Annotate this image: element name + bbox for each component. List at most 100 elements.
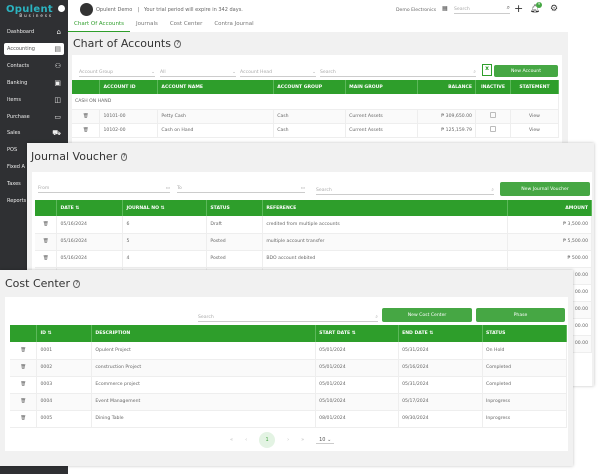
table-row[interactable]: 🗑︎ 0004 Event Management 05/10/2024 05/17/20… — [10, 393, 567, 411]
new-cost-center-button[interactable]: New Cost Center — [382, 308, 472, 322]
prev-page-button[interactable]: ‹ — [245, 437, 247, 443]
sidebar-item-purchase[interactable]: Purchase ▭ — [4, 111, 64, 123]
sidebar-item-accounting[interactable]: Accounting ▤ — [4, 42, 64, 55]
column-header[interactable]: END DATE ⇅ — [398, 325, 483, 342]
inactive-checkbox[interactable] — [475, 109, 511, 124]
tab-chart-of-accounts[interactable]: Chart Of Accounts — [68, 18, 130, 32]
column-header[interactable]: JOURNAL NO ⇅ — [122, 200, 208, 216]
table-row[interactable]: 🗑︎ 0002 construction Project 05/01/2024 05/1… — [10, 359, 567, 377]
delete-icon[interactable]: 🗑︎ — [72, 123, 101, 138]
account-head-select[interactable]: Account Head ⌄ — [240, 69, 316, 77]
column-header[interactable]: ACCOUNT NAME — [157, 80, 275, 94]
table-row[interactable]: 🗑︎ 0001 Opulent Project 05/01/2024 05/31/202… — [10, 342, 567, 360]
delete-icon[interactable]: 🗑︎ — [10, 376, 38, 394]
company-name[interactable]: Demo Electronics — [396, 8, 436, 13]
gear-icon[interactable]: ⚙ — [550, 4, 558, 14]
coa-search-input[interactable]: Search ⌕ — [320, 69, 476, 77]
status: Posted — [206, 233, 264, 251]
table-row[interactable]: 🗑︎ 0003 Ecommerce project 05/01/2024 05/31/2… — [10, 376, 567, 394]
first-page-button[interactable]: « — [230, 437, 233, 443]
column-header[interactable]: STATEMENT — [510, 80, 560, 94]
placeholder: Search — [316, 188, 332, 193]
page-1-button[interactable]: 1 — [259, 432, 276, 448]
tab-cost-center[interactable]: Cost Center — [164, 18, 209, 32]
help-icon[interactable]: ? — [73, 280, 81, 288]
column-header[interactable]: STATUS — [206, 200, 264, 216]
column-header[interactable]: INACTIVE — [475, 80, 511, 94]
delete-icon[interactable]: 🗑︎ — [10, 410, 38, 428]
all-select[interactable]: All ⌄ — [160, 69, 236, 77]
view-statement-link[interactable]: View — [510, 123, 560, 138]
to-date-input[interactable]: To ▭ — [177, 185, 305, 193]
column-header[interactable]: REFERENCE — [262, 200, 509, 216]
date: 05/16/2024 — [56, 233, 124, 251]
pagination: « ‹ 1 › » 10 ⌄ — [230, 432, 335, 448]
add-icon[interactable]: + — [514, 2, 523, 15]
cc-search-input[interactable]: Search ⌕ — [198, 314, 378, 322]
id: 0005 — [36, 410, 93, 428]
sidebar-item-contacts[interactable]: Contacts ⚇ — [4, 60, 64, 72]
last-page-button[interactable]: » — [301, 437, 304, 443]
top-search-input[interactable]: Search ⌕ — [454, 4, 510, 14]
column-header[interactable]: STATUS — [482, 325, 567, 342]
journal-no: 6 — [122, 216, 208, 234]
delete-icon[interactable]: 🗑︎ — [10, 359, 38, 377]
reference: BDO account debited — [262, 250, 509, 268]
next-page-button[interactable]: › — [287, 437, 289, 443]
avatar[interactable] — [80, 3, 93, 16]
main-group: Current Assets — [345, 123, 419, 138]
theme-toggle[interactable] — [58, 5, 65, 12]
calendar-icon: ▭ — [165, 186, 170, 191]
table-row[interactable]: 🗑︎ 05/16/2024 5 Posted multiple account tran… — [35, 233, 592, 251]
from-date-input[interactable]: From ▭ — [38, 185, 170, 193]
column-header[interactable]: DESCRIPTION — [91, 325, 317, 342]
id: 0004 — [36, 393, 93, 411]
column-header[interactable]: BALANCE — [417, 80, 476, 94]
sidebar-item-dashboard[interactable]: Dashboard ⌂ — [4, 26, 64, 38]
account-group-select[interactable]: Account Group ⌄ — [79, 69, 155, 77]
phase-button[interactable]: Phase — [476, 308, 565, 322]
column-header[interactable]: MAIN GROUP — [345, 80, 419, 94]
table-row[interactable]: 🗑︎ 05/16/2024 4 Posted BDO account debited ₱ … — [35, 250, 592, 268]
building-icon[interactable]: ▦ — [442, 5, 448, 12]
table-row[interactable]: 🗑︎ 10101-00 Petty Cash Cash Current Assets ₱ … — [72, 109, 560, 124]
table-row[interactable]: 🗑︎ 05/16/2024 6 Draft credited from multiple… — [35, 216, 592, 234]
excel-export-icon[interactable]: x — [482, 64, 492, 76]
card-icon: ▭ — [54, 112, 61, 121]
jv-search-input[interactable]: Search ⌕ — [316, 186, 494, 195]
description: Event Management — [91, 393, 317, 411]
main-group: Current Assets — [345, 109, 419, 124]
journal-no: 5 — [122, 233, 208, 251]
column-header[interactable]: START DATE ⇅ — [315, 325, 400, 342]
new-journal-voucher-button[interactable]: New Journal Voucher — [500, 182, 590, 196]
column-header[interactable]: ID ⇅ — [36, 325, 93, 342]
help-icon[interactable]: ? — [120, 153, 128, 161]
sidebar-item-sales[interactable]: Sales ⛟ — [4, 127, 64, 139]
delete-icon[interactable]: 🗑︎ — [10, 393, 38, 411]
section-label: CASH ON HAND — [72, 94, 559, 110]
column-header[interactable]: DATE ⇅ — [56, 200, 124, 216]
delete-icon[interactable]: 🗑︎ — [35, 216, 58, 234]
per-page-select[interactable]: 10 ⌄ — [316, 437, 335, 444]
view-statement-link[interactable]: View — [510, 109, 560, 124]
delete-icon[interactable]: 🗑︎ — [35, 250, 58, 268]
user-name[interactable]: Opulent Demo — [96, 7, 132, 13]
column-header[interactable]: AMOUNT — [507, 200, 592, 216]
help-icon[interactable]: ? — [174, 40, 182, 48]
tab-contra-journal[interactable]: Contra Journal — [208, 18, 259, 32]
column-header[interactable]: ACCOUNT ID — [99, 80, 159, 94]
inactive-checkbox[interactable] — [475, 123, 511, 138]
status: Inprogress — [482, 393, 567, 411]
notification-badge: 9 — [536, 2, 542, 8]
delete-icon[interactable]: 🗑︎ — [35, 233, 58, 251]
table-row[interactable]: 🗑︎ 10102-00 Cash on Hand Cash Current Assets… — [72, 123, 560, 138]
table-row[interactable]: 🗑︎ 0005 Dining Table 08/01/2024 09/30/2024 In… — [10, 410, 567, 428]
delete-icon[interactable]: 🗑︎ — [10, 342, 38, 360]
chevron-down-icon: ⌄ — [151, 70, 155, 75]
column-header[interactable]: ACCOUNT GROUP — [273, 80, 347, 94]
new-account-button[interactable]: New Account — [494, 65, 558, 77]
sidebar-item-banking[interactable]: Banking ▣ — [4, 77, 64, 89]
delete-icon[interactable]: 🗑︎ — [72, 109, 101, 124]
sidebar-item-items[interactable]: Items ◫ — [4, 94, 64, 106]
tab-journals[interactable]: Journals — [130, 18, 164, 32]
